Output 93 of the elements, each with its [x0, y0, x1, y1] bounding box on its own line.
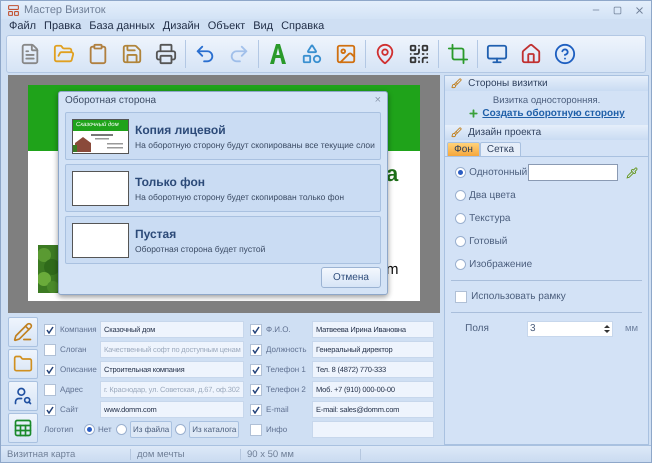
status-text: дом мечты [131, 448, 241, 460]
menu-item[interactable]: Файл [9, 20, 36, 32]
menu-item[interactable]: Справка [281, 20, 324, 32]
field-label: Сайт [60, 405, 80, 414]
spinner-arrows-icon[interactable] [604, 324, 610, 334]
field-label: Поля [465, 323, 489, 334]
field-label: Инфо [266, 425, 288, 434]
pencil-icon [13, 322, 33, 342]
input-field[interactable] [312, 421, 434, 438]
menu-item[interactable]: Вид [253, 20, 274, 32]
option-title: Копия лицевой [135, 122, 227, 136]
logo-button[interactable]: Из файла [130, 421, 172, 438]
menu-item[interactable]: Правка [44, 20, 82, 32]
link-text[interactable]: Создать оборотную сторону [482, 108, 625, 119]
field-label: Логотип [44, 425, 74, 434]
option-card[interactable]: Только фон На оборотную сторону будет скопирован только фон [65, 164, 381, 212]
section-title: Стороны визитки [468, 78, 548, 89]
radio-label: Два цвета [469, 190, 516, 201]
close-icon[interactable] [634, 4, 645, 16]
plus-icon [468, 108, 480, 119]
checkbox[interactable] [44, 384, 56, 396]
field-label: Должность [266, 345, 308, 354]
section-header[interactable]: Стороны визитки [445, 76, 648, 91]
checkbox[interactable] [455, 290, 468, 302]
checkbox[interactable] [250, 344, 262, 356]
spreadsheet-button[interactable] [8, 413, 38, 443]
menu-item[interactable]: Дизайн [162, 20, 200, 32]
radio-label: Однотонный [469, 167, 528, 178]
window-title: Мастер Визиток [24, 4, 107, 16]
checkbox[interactable] [44, 324, 56, 336]
field-label: Телефон 2 [266, 385, 307, 394]
user-search-icon [13, 386, 33, 406]
checkbox[interactable] [250, 364, 262, 376]
radio-label: Текстура [469, 213, 510, 224]
checkbox[interactable] [44, 364, 56, 376]
radio-button[interactable] [455, 213, 466, 224]
checkbox[interactable] [44, 404, 56, 416]
status-text: 90 x 50 мм [241, 448, 361, 460]
option-title: Только фон [135, 174, 206, 188]
edit-button[interactable] [8, 317, 38, 347]
radio-button[interactable] [455, 236, 466, 247]
unit-label: мм [624, 323, 638, 334]
section-title: Дизайн проекта [468, 127, 542, 138]
blank-thumbnail [72, 222, 129, 258]
checkbox[interactable] [250, 384, 262, 396]
dialog-title: Оборотная сторона [65, 94, 156, 106]
radio-label: Нет [98, 425, 113, 434]
create-link[interactable]: Создать оборотную сторону [445, 108, 648, 119]
brush-icon [451, 78, 462, 89]
radio-button[interactable] [116, 424, 127, 435]
radio-button[interactable] [455, 190, 466, 201]
status-text: Визитная карта [1, 448, 131, 460]
eyedropper-icon[interactable] [626, 166, 638, 178]
tab[interactable]: Фон [447, 142, 480, 156]
field-label: Описание [60, 365, 98, 374]
option-description: На оборотную сторону будут скопированы все текущие слои [135, 140, 375, 150]
status-text: Визитка односторонняя. [492, 95, 602, 106]
field-label: Слоган [60, 345, 88, 354]
radio-button[interactable] [84, 424, 95, 435]
field-label: Телефон 1 [266, 365, 307, 374]
user-search-button[interactable] [8, 381, 38, 411]
radio-button[interactable] [455, 259, 466, 270]
checkbox[interactable] [44, 344, 56, 356]
field-label: Ф.И.О. [266, 325, 292, 334]
color-field[interactable] [528, 164, 618, 181]
logo-button[interactable]: Из каталога [189, 421, 240, 438]
menu-item[interactable]: Объект [208, 20, 246, 32]
menu-item[interactable]: База данных [89, 20, 155, 32]
brush-icon [451, 127, 462, 138]
checkbox-label: Использовать рамку [471, 291, 566, 302]
checkbox[interactable] [250, 424, 262, 436]
folder-icon [13, 354, 33, 374]
option-card[interactable]: Пустая Оборотная сторона будет пустой [65, 216, 381, 264]
spin-field[interactable]: 3 [526, 320, 613, 336]
option-description: Оборотная сторона будет пустой [135, 244, 266, 254]
radio-label: Готовый [469, 236, 508, 247]
radio-button[interactable] [175, 424, 186, 435]
field-label: Адрес [60, 385, 84, 394]
spreadsheet-icon [13, 418, 33, 438]
blank-thumbnail [72, 170, 129, 206]
field-label: E-mail [266, 405, 290, 414]
radio-button[interactable] [455, 167, 466, 178]
checkbox[interactable] [250, 324, 262, 336]
checkbox[interactable] [250, 404, 262, 416]
tab[interactable]: Сетка [480, 142, 522, 156]
option-title: Пустая [135, 226, 178, 240]
maximize-icon[interactable] [613, 6, 622, 14]
cancel-button[interactable]: Отмена [321, 267, 381, 288]
option-description: На оборотную сторону будет скопирован только фон [135, 192, 344, 202]
section-header[interactable]: Дизайн проекта [445, 125, 648, 140]
app-icon [7, 4, 20, 16]
radio-label: Изображение [469, 259, 532, 270]
field-label: Компания [60, 325, 98, 334]
